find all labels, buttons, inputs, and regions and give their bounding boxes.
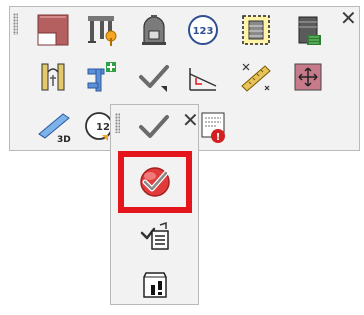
numbering-button[interactable]: 123 <box>183 10 223 50</box>
check-button[interactable] <box>134 57 174 97</box>
move-view-icon <box>294 63 322 91</box>
tank-icon <box>142 15 166 45</box>
surface-material-icon <box>37 14 69 46</box>
slope-profile-icon <box>189 68 217 91</box>
surface-material-button[interactable] <box>33 10 73 50</box>
flyout-check-button[interactable] <box>134 107 174 147</box>
check-icon <box>139 65 169 92</box>
slope-profile-button[interactable] <box>183 57 223 97</box>
numbering-icon-partial: 12 <box>85 112 110 141</box>
model-error-icon: ! <box>201 112 225 143</box>
view-3d-button[interactable]: 3D <box>33 106 73 146</box>
svg-text:3D: 3D <box>57 135 71 144</box>
add-connection-icon <box>87 62 116 92</box>
structure-transfer-button[interactable] <box>82 10 122 50</box>
columns-gate-button[interactable] <box>33 57 73 97</box>
tower-texture-button[interactable] <box>288 10 328 50</box>
view-3d-icon: 3D <box>38 113 71 144</box>
dashed-frame-building-button[interactable] <box>236 10 276 50</box>
measure-ruler-icon <box>241 63 271 92</box>
highlight-box <box>118 151 192 213</box>
svg-text:12: 12 <box>96 122 110 133</box>
structure-transfer-icon <box>88 16 117 46</box>
toolbar-close-button[interactable]: ✕ <box>340 8 357 28</box>
dashed-frame-building-icon <box>242 15 270 45</box>
warning-block-icon <box>143 272 167 298</box>
model-error-button[interactable]: ! <box>193 107 233 147</box>
measure-ruler-button[interactable] <box>236 57 276 97</box>
columns-gate-icon <box>41 63 65 91</box>
flyout-warning-block-button[interactable] <box>135 264 175 304</box>
flyout-check-list-button[interactable] <box>135 216 175 256</box>
add-connection-button[interactable] <box>82 57 122 97</box>
svg-text:123: 123 <box>193 26 214 37</box>
numbering-123-icon: 123 <box>188 15 218 45</box>
tower-texture-icon <box>298 16 321 45</box>
flyout-grip[interactable] <box>115 113 120 133</box>
toolbar-grip[interactable] <box>13 13 18 35</box>
tank-button[interactable] <box>134 10 174 50</box>
check-icon <box>139 115 169 138</box>
check-list-icon <box>140 221 169 250</box>
numbering-partial-button[interactable]: 12 <box>82 106 110 146</box>
move-view-button[interactable] <box>288 57 328 97</box>
svg-text:!: ! <box>216 132 221 143</box>
